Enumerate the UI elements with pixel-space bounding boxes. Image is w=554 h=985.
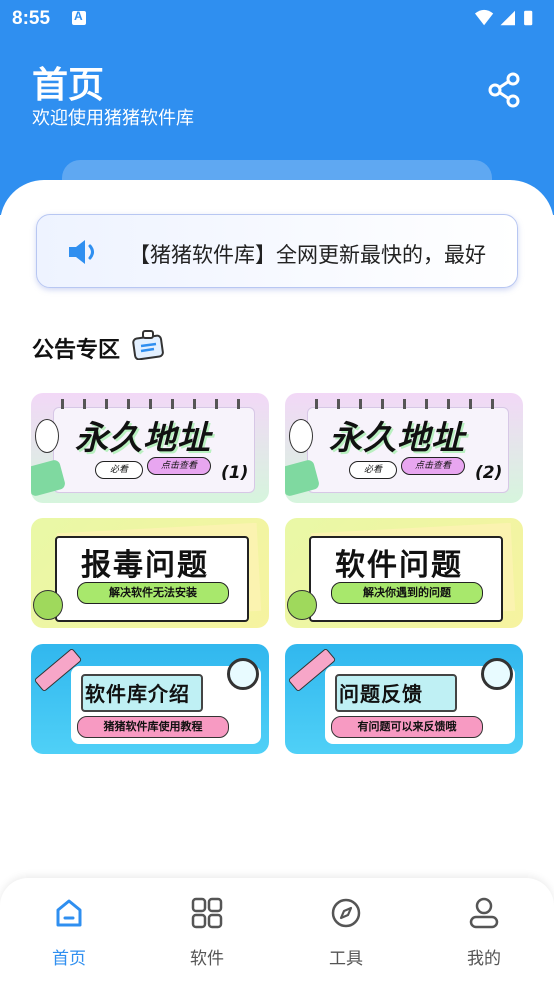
battery-icon [524, 10, 533, 26]
status-icons [475, 9, 533, 26]
bottom-tab-bar: 首页 软件 工具 我的 [0, 878, 554, 985]
binder-rings [315, 399, 505, 409]
card-cta: 点击查看 [401, 457, 465, 475]
badge-icon [132, 330, 164, 360]
notice-text: 【猪猪软件库】全网更新最快的，最好 [129, 243, 486, 267]
card-title: 报毒问题 [81, 548, 209, 583]
card-tag: 必看 [349, 461, 397, 479]
home-icon [56, 899, 82, 927]
card-number: (2) [475, 463, 503, 483]
announcement-card-address-2[interactable]: 永久地址 必看 点击查看 (2) [285, 393, 523, 503]
person-icon [469, 897, 499, 929]
page-title: 首页 [32, 65, 105, 106]
binder-rings [61, 399, 251, 409]
tab-label: 工具 [329, 949, 363, 969]
announcement-card-virus-issue[interactable]: 报毒问题 解决软件无法安装 [31, 518, 269, 628]
compass-icon [331, 898, 361, 928]
announcement-card-intro[interactable]: 软件库介绍 猪猪软件库使用教程 [31, 644, 269, 754]
tab-label: 首页 [52, 949, 86, 969]
tab-label: 软件 [190, 949, 224, 969]
share-icon[interactable] [486, 70, 522, 110]
card-title: 永久地址 [329, 418, 465, 457]
tab-home[interactable]: 首页 [29, 896, 109, 969]
card-title: 问题反馈 [339, 682, 423, 706]
smiley-icon [33, 590, 63, 620]
card-subtitle: 猪猪软件库使用教程 [77, 716, 229, 738]
page-subtitle: 欢迎使用猪猪软件库 [32, 108, 194, 129]
notification-a-icon [72, 9, 86, 25]
tab-label: 我的 [467, 949, 501, 969]
card-tag: 必看 [95, 461, 143, 479]
card-title: 软件库介绍 [85, 682, 190, 706]
announcement-card-software-issue[interactable]: 软件问题 解决你遇到的问题 [285, 518, 523, 628]
grid-icon [191, 897, 223, 929]
cartoon-eye-icon [289, 419, 313, 453]
tab-tools[interactable]: 工具 [306, 896, 386, 969]
card-subtitle: 有问题可以来反馈哦 [331, 716, 483, 738]
notice-marquee[interactable]: 【猪猪软件库】全网更新最快的，最好 [36, 214, 518, 288]
signal-icon [500, 10, 515, 26]
magnifier-icon [481, 658, 513, 690]
card-title: 永久地址 [75, 418, 211, 457]
card-title: 软件问题 [335, 548, 463, 583]
card-subtitle: 解决软件无法安装 [77, 582, 229, 604]
cartoon-eye-icon [35, 419, 59, 453]
status-bar: 8:55 [0, 0, 554, 38]
tab-software[interactable]: 软件 [167, 896, 247, 969]
magnifier-icon [227, 658, 259, 690]
card-cta: 点击查看 [147, 457, 211, 475]
card-number: (1) [221, 463, 249, 483]
card-subtitle: 解决你遇到的问题 [331, 582, 483, 604]
announcement-card-feedback[interactable]: 问题反馈 有问题可以来反馈哦 [285, 644, 523, 754]
announcement-card-address-1[interactable]: 永久地址 必看 点击查看 (1) [31, 393, 269, 503]
status-time: 8:55 [12, 8, 51, 29]
wifi-icon [475, 9, 494, 26]
tab-mine[interactable]: 我的 [444, 896, 524, 969]
section-title: 公告专区 [32, 338, 121, 363]
smiley-icon [287, 590, 317, 620]
speaker-icon [69, 240, 94, 264]
